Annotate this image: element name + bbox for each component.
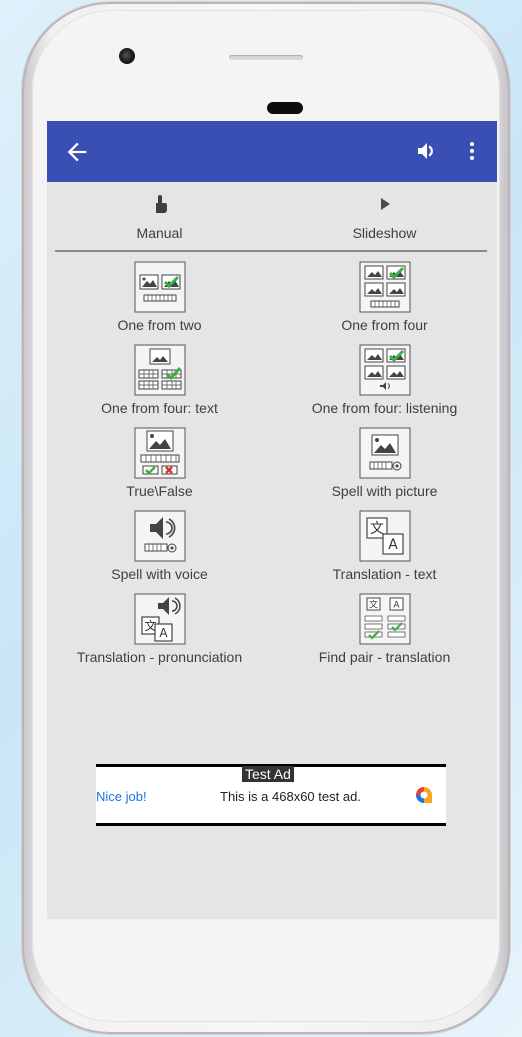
exercise-spell-with-picture[interactable]: Spell with picture xyxy=(272,427,497,509)
app-bar xyxy=(47,121,497,182)
touch-icon xyxy=(154,195,167,214)
exercise-spell-with-voice[interactable]: Spell with voice xyxy=(47,510,272,592)
exercise-label: One from two xyxy=(117,317,202,333)
svg-text:A: A xyxy=(393,601,400,611)
proximity-sensor xyxy=(267,102,303,114)
exercise-label: One from four: listening xyxy=(311,400,458,416)
tab-divider xyxy=(55,250,487,252)
exercise-one-from-four-text[interactable]: One from four: text xyxy=(47,344,272,426)
one-from-four-icon xyxy=(359,261,410,313)
exercise-label: One from four xyxy=(341,317,428,333)
exercise-one-from-four-listening[interactable]: One from four: listening xyxy=(272,344,497,426)
exercise-label: Translation - text xyxy=(332,566,437,582)
find-pair-translation-icon: 文 A xyxy=(359,593,410,645)
svg-text:A: A xyxy=(388,537,398,553)
exercise-label: True\False xyxy=(126,483,193,499)
earpiece-speaker xyxy=(229,55,303,60)
play-icon xyxy=(380,198,390,210)
spell-with-picture-icon xyxy=(359,427,410,479)
svg-text:文: 文 xyxy=(370,521,384,537)
tab-slideshow-label: Slideshow xyxy=(352,225,417,241)
exercise-translation-text[interactable]: 文 A Translation - text xyxy=(272,510,497,592)
tab-manual[interactable]: Manual xyxy=(47,182,272,250)
one-from-two-icon xyxy=(134,261,185,313)
more-vert-icon[interactable] xyxy=(465,139,479,163)
spell-with-voice-icon xyxy=(134,510,185,562)
ad-tag: Test Ad xyxy=(242,766,294,782)
ad-logo-icon xyxy=(416,787,432,803)
exercise-one-from-four[interactable]: One from four xyxy=(272,261,497,343)
exercise-label: One from four: text xyxy=(101,400,218,416)
ad-headline[interactable]: Nice job! xyxy=(96,789,147,804)
back-arrow-icon[interactable] xyxy=(63,138,91,166)
mode-tabs: Manual Slideshow xyxy=(47,182,497,250)
exercise-label: Spell with voice xyxy=(111,566,208,582)
svg-text:A: A xyxy=(159,626,168,640)
speaker-icon[interactable] xyxy=(415,139,439,163)
tab-slideshow[interactable]: Slideshow xyxy=(272,182,497,250)
one-from-four-listening-icon xyxy=(359,344,410,396)
translation-text-icon: 文 A xyxy=(359,510,410,562)
ad-body-text: This is a 468x60 test ad. xyxy=(220,789,361,804)
exercise-true-false[interactable]: True\False xyxy=(47,427,272,509)
exercise-label: Find pair - translation xyxy=(318,649,451,665)
exercise-find-pair-translation[interactable]: 文 A Find pair - translation xyxy=(272,593,497,675)
svg-text:文: 文 xyxy=(368,599,377,611)
exercise-one-from-two[interactable]: One from two xyxy=(47,261,272,343)
exercise-label: Spell with picture xyxy=(331,483,438,499)
test-ad-banner[interactable]: Test Ad Nice job! This is a 468x60 test … xyxy=(96,764,446,826)
translation-pronunciation-icon: 文 A xyxy=(134,593,185,645)
exercise-label: Translation - pronunciation xyxy=(76,649,243,665)
exercise-translation-pronunciation[interactable]: 文 A Translation - pronunciation xyxy=(47,593,272,675)
one-from-four-text-icon xyxy=(134,344,185,396)
true-false-icon xyxy=(134,427,185,479)
tab-manual-label: Manual xyxy=(136,225,183,241)
app-screen: Manual Slideshow One from two One from f… xyxy=(47,121,497,919)
front-camera xyxy=(119,48,135,64)
